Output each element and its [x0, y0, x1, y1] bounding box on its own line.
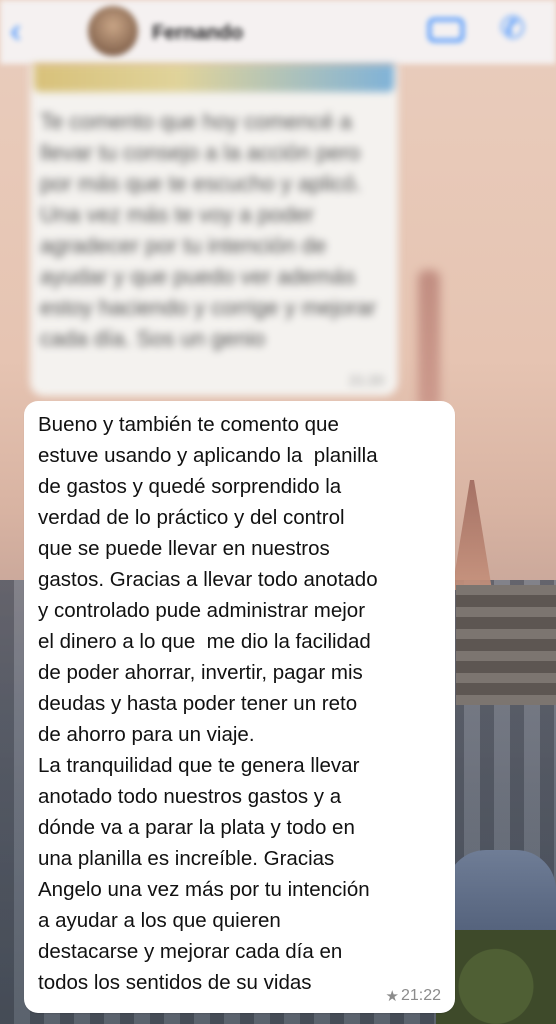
wallpaper-tower-top	[418, 270, 440, 410]
message-text: Bueno y también te comento que estuve us…	[38, 413, 378, 994]
previous-message-text: Te comento que hoy comencé a llevar tu c…	[40, 109, 377, 351]
chevron-left-icon[interactable]: ‹	[10, 14, 32, 48]
video-camera-icon[interactable]	[428, 18, 464, 42]
previous-message-time: 21:20	[348, 372, 384, 388]
message-meta: ★ 21:22	[386, 987, 442, 1005]
previous-message-bubble[interactable]: Te comento que hoy comencé a llevar tu c…	[30, 64, 398, 396]
quoted-reply	[34, 64, 394, 92]
avatar[interactable]	[88, 6, 138, 56]
phone-icon[interactable]: ✆	[500, 14, 525, 44]
message-time: 21:22	[400, 987, 441, 1004]
chat-header: ‹ Fernando ✆	[0, 0, 556, 64]
message-bubble[interactable]: Bueno y también te comento que estuve us…	[24, 401, 455, 1013]
wallpaper-roof	[446, 850, 556, 940]
wallpaper-building	[456, 585, 556, 705]
contact-name[interactable]: Fernando	[152, 22, 243, 45]
star-icon: ★	[385, 988, 399, 1005]
